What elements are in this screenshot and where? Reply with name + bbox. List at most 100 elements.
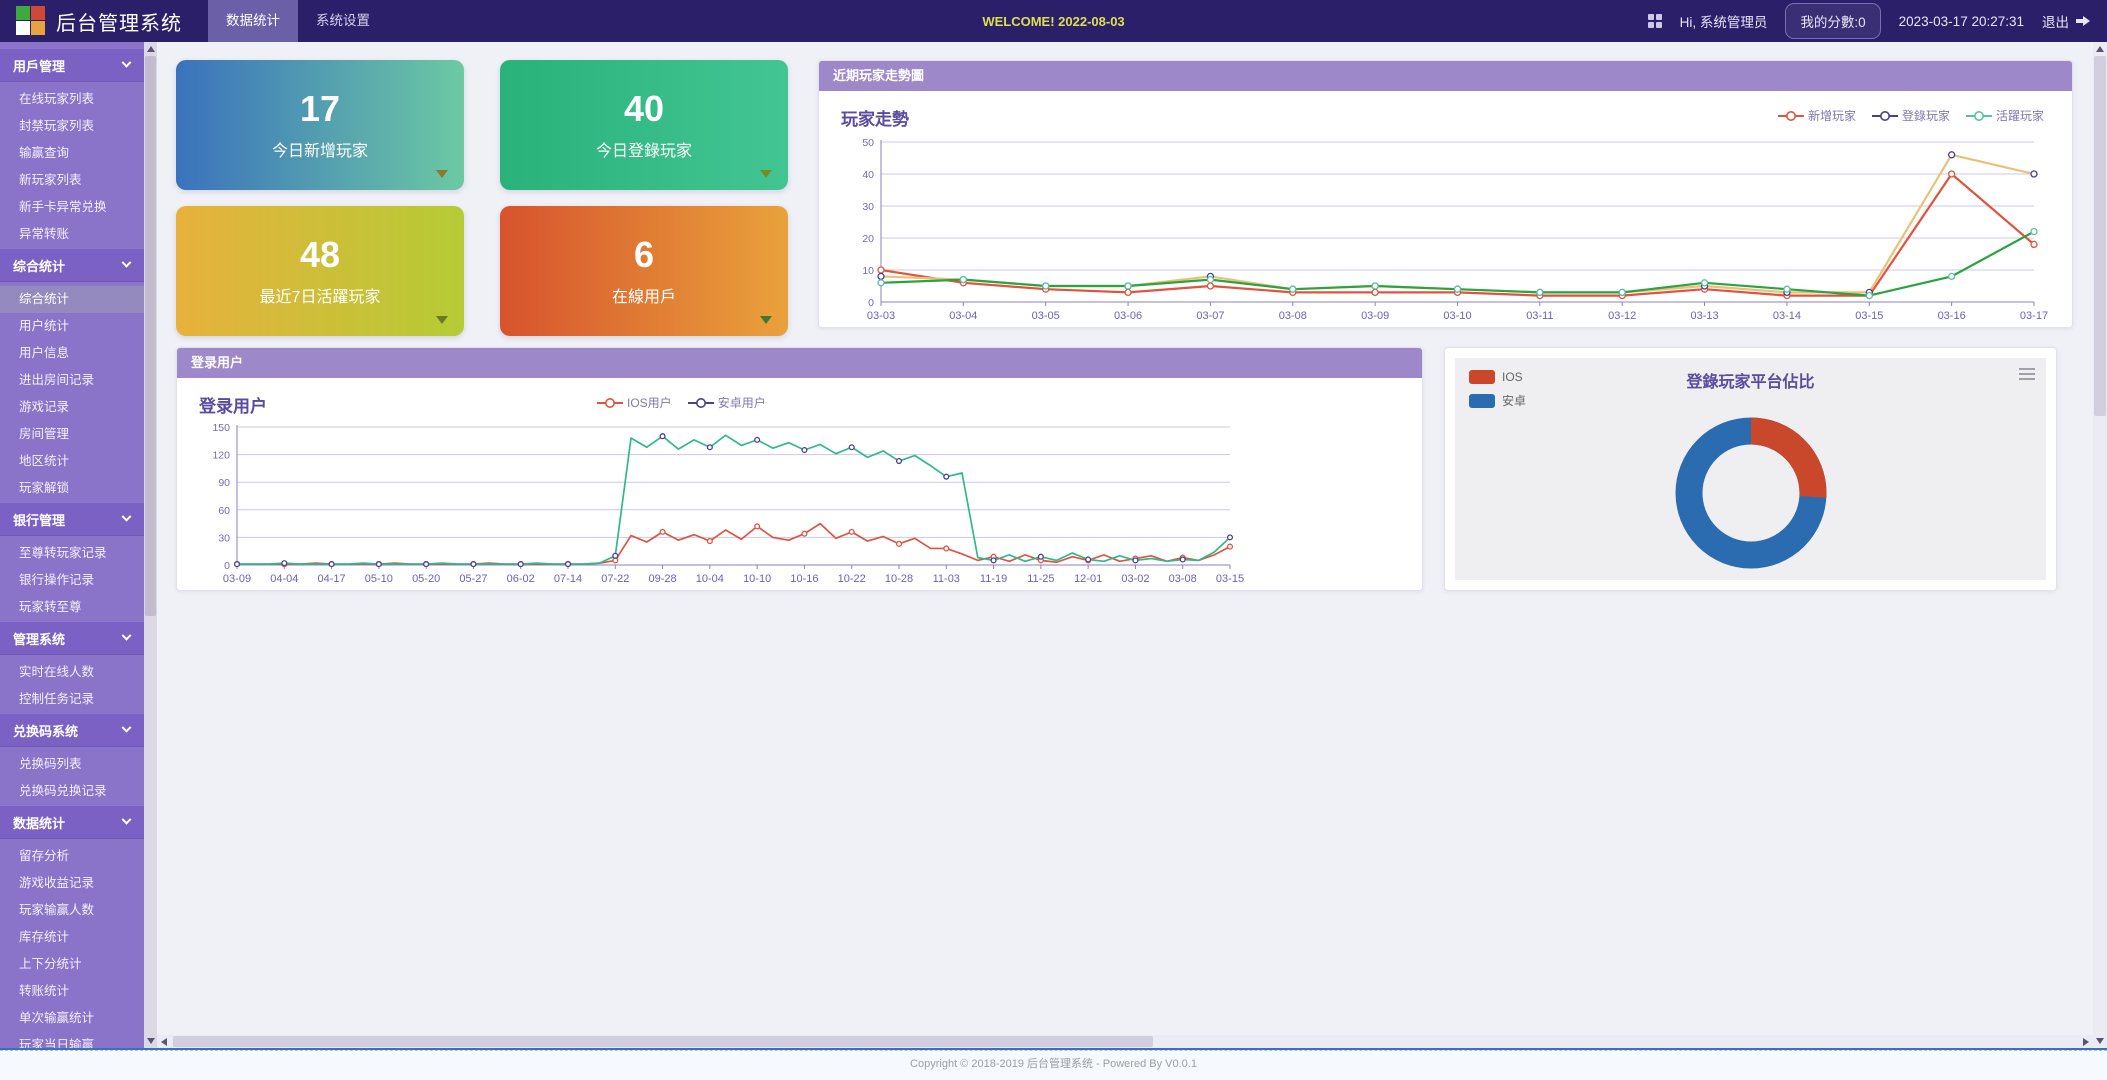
vscroll-thumb[interactable]: [2094, 56, 2106, 416]
sidebar-section-header[interactable]: 数据统计: [0, 805, 144, 839]
sidebar-item[interactable]: 留存分析: [0, 843, 144, 870]
trend-panel-header: 近期玩家走勢圖: [819, 61, 2072, 91]
horizontal-scrollbar[interactable]: [157, 1035, 2093, 1048]
sidebar-item[interactable]: 转账统计: [0, 978, 144, 1005]
svg-text:90: 90: [218, 477, 230, 489]
trend-legend: 新增玩家 登錄玩家活躍玩家: [1778, 107, 2044, 124]
svg-text:10: 10: [862, 265, 874, 277]
legend-marker-icon: [1872, 110, 1898, 122]
data-view-icon[interactable]: [2018, 366, 2036, 382]
sidebar-item[interactable]: 进出房间记录: [0, 367, 144, 394]
svg-text:03-15: 03-15: [1855, 310, 1883, 322]
sidebar-item[interactable]: 上下分统计: [0, 951, 144, 978]
sidebar-item[interactable]: 控制任务记录: [0, 686, 144, 713]
top-bar: 后台管理系统 数据统计系统设置 WELCOME! 2022-08-03 Hi, …: [0, 0, 2107, 42]
hscroll-right-icon[interactable]: [2083, 1038, 2089, 1046]
logout-label: 退出: [2042, 11, 2069, 31]
chevron-down-icon: [122, 630, 132, 640]
chevron-down-icon: [122, 722, 132, 732]
legend-item[interactable]: IOS用户: [597, 394, 672, 411]
svg-text:03-09: 03-09: [1361, 310, 1389, 322]
legend-item[interactable]: 新增玩家: [1778, 107, 1856, 124]
sidebar-item[interactable]: 银行操作记录: [0, 567, 144, 594]
sidebar-section-label: 兑换码系统: [13, 721, 78, 740]
legend-label: 登錄玩家: [1902, 107, 1950, 124]
legend-item[interactable]: 登錄玩家: [1872, 107, 1950, 124]
sidebar-scroll-down-icon[interactable]: [147, 1038, 155, 1044]
vertical-scrollbar[interactable]: [2093, 42, 2107, 1048]
sidebar-item[interactable]: 综合统计: [0, 286, 144, 313]
sidebar-scroll-thumb[interactable]: [145, 56, 156, 616]
svg-text:03-08: 03-08: [1279, 310, 1307, 322]
sidebar-item[interactable]: 玩家转至尊: [0, 594, 144, 621]
sidebar-item[interactable]: 实时在线人数: [0, 659, 144, 686]
apps-grid-icon[interactable]: [1648, 14, 1662, 28]
sidebar-item[interactable]: 库存统计: [0, 924, 144, 951]
legend-label: IOS用户: [627, 394, 672, 411]
nav-item[interactable]: 数据统计: [208, 0, 298, 42]
vscroll-up-icon[interactable]: [2096, 46, 2104, 52]
svg-text:11-03: 11-03: [933, 573, 960, 585]
sidebar-item[interactable]: 至尊转玩家记录: [0, 540, 144, 567]
hscroll-left-icon[interactable]: [161, 1038, 167, 1046]
stat-card-label: 今日新增玩家: [272, 137, 368, 161]
legend-item[interactable]: 安卓用户: [688, 394, 766, 411]
svg-text:05-20: 05-20: [412, 573, 440, 585]
svg-text:03-03: 03-03: [867, 310, 895, 322]
svg-text:09-28: 09-28: [649, 573, 677, 585]
score-badge[interactable]: 我的分數:0: [1785, 3, 1880, 39]
card-dropdown-caret-icon[interactable]: [760, 170, 772, 178]
sidebar-section-header[interactable]: 银行管理: [0, 502, 144, 536]
sidebar-scroll-up-icon[interactable]: [147, 46, 155, 52]
card-dropdown-caret-icon[interactable]: [760, 316, 772, 324]
sidebar-item[interactable]: 单次输赢统计: [0, 1005, 144, 1032]
sidebar-item[interactable]: 玩家输赢人数: [0, 897, 144, 924]
trend-line-chart: 0102030405003-0303-0403-0503-0603-0703-0…: [835, 132, 2050, 330]
sidebar-section-label: 综合统计: [13, 256, 65, 275]
sidebar-item[interactable]: 输赢查询: [0, 140, 144, 167]
svg-text:150: 150: [212, 422, 230, 434]
legend-item[interactable]: 活躍玩家: [1966, 107, 2044, 124]
stat-cards: 17今日新增玩家40今日登錄玩家48最近7日活躍玩家6在線用戶: [176, 60, 788, 336]
stat-card-value: 17: [300, 89, 340, 129]
sidebar-scrollbar[interactable]: [144, 42, 157, 1048]
sidebar-item[interactable]: 新手卡异常兑换: [0, 194, 144, 221]
sidebar-item[interactable]: 游戏收益记录: [0, 870, 144, 897]
legend-marker-icon: [1966, 110, 1992, 122]
hscroll-thumb[interactable]: [173, 1036, 1153, 1047]
sidebar-section-header[interactable]: 用戶管理: [0, 48, 144, 82]
svg-text:05-10: 05-10: [365, 573, 393, 585]
sidebar-section-header[interactable]: 兑换码系统: [0, 713, 144, 747]
sidebar-item[interactable]: 地区统计: [0, 448, 144, 475]
sidebar-item[interactable]: 房间管理: [0, 421, 144, 448]
svg-text:12-01: 12-01: [1074, 573, 1102, 585]
sidebar-item[interactable]: 玩家解锁: [0, 475, 144, 502]
sidebar-item[interactable]: 兑换码兑换记录: [0, 778, 144, 805]
sidebar-item[interactable]: 异常转账: [0, 221, 144, 248]
sidebar-item[interactable]: 封禁玩家列表: [0, 113, 144, 140]
nav-item[interactable]: 系统设置: [298, 0, 388, 42]
platform-panel-body: IOS安卓 登錄玩家平台佔比: [1455, 358, 2046, 580]
sidebar-item[interactable]: 新玩家列表: [0, 167, 144, 194]
sidebar-item[interactable]: 玩家当日输赢: [0, 1032, 144, 1048]
svg-text:03-16: 03-16: [1938, 310, 1966, 322]
sidebar-item[interactable]: 用户统计: [0, 313, 144, 340]
svg-text:0: 0: [868, 297, 874, 309]
svg-text:11-25: 11-25: [1027, 573, 1054, 585]
vscroll-down-icon[interactable]: [2096, 1038, 2104, 1044]
logout-button[interactable]: 退出: [2042, 11, 2091, 31]
login-chart-title: 登录用户: [199, 392, 1406, 417]
platform-donut-chart: [1645, 398, 1857, 593]
sidebar-item[interactable]: 游戏记录: [0, 394, 144, 421]
card-dropdown-caret-icon[interactable]: [436, 170, 448, 178]
datetime-display: 2023-03-17 20:27:31: [1899, 14, 2024, 29]
legend-item[interactable]: 安卓: [1469, 392, 1526, 409]
sidebar-menu: 用戶管理在线玩家列表封禁玩家列表输赢查询新玩家列表新手卡异常兑换异常转账综合统计…: [0, 42, 144, 1048]
svg-text:10-10: 10-10: [743, 573, 771, 585]
sidebar-section-header[interactable]: 综合统计: [0, 248, 144, 282]
sidebar-section-header[interactable]: 管理系统: [0, 621, 144, 655]
sidebar-item[interactable]: 用户信息: [0, 340, 144, 367]
card-dropdown-caret-icon[interactable]: [436, 316, 448, 324]
sidebar-item[interactable]: 在线玩家列表: [0, 86, 144, 113]
sidebar-item[interactable]: 兑换码列表: [0, 751, 144, 778]
